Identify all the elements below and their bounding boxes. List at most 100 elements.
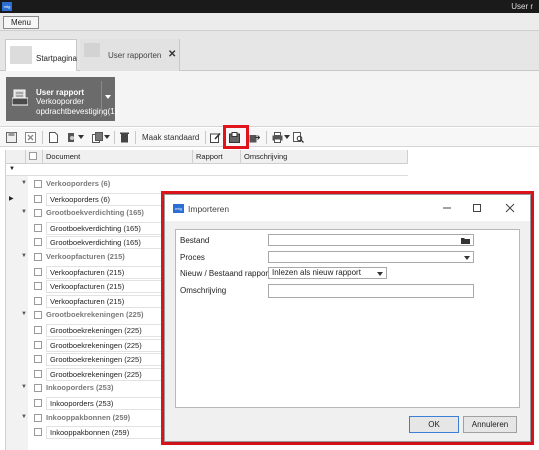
- filter-row[interactable]: ▼: [6, 164, 408, 176]
- collapse-icon[interactable]: ▼: [21, 311, 27, 317]
- maximize-icon[interactable]: [470, 201, 484, 215]
- document-cell[interactable]: Grootboekrekeningen (225): [46, 367, 170, 381]
- cancel-icon[interactable]: [25, 132, 36, 143]
- column-header-rapport[interactable]: Rapport: [193, 150, 241, 164]
- document-cell[interactable]: Verkoopfacturen (215): [46, 280, 170, 294]
- chevron-down-icon[interactable]: [464, 256, 470, 260]
- filter-icon[interactable]: ▼: [9, 166, 15, 172]
- checkbox[interactable]: [34, 194, 42, 203]
- maak-standaard-button[interactable]: Maak standaard: [142, 131, 199, 144]
- collapse-icon[interactable]: ▼: [21, 253, 27, 259]
- document-cell[interactable]: Verkoopfacturen (215): [46, 294, 170, 308]
- user-rapport-button[interactable]: User rapport Verkooporder opdrachtbevest…: [6, 77, 118, 121]
- document-cell[interactable]: Grootboekrekeningen (225): [46, 353, 170, 367]
- annuleren-button[interactable]: Annuleren: [463, 416, 517, 433]
- edit-report-icon[interactable]: [210, 132, 221, 143]
- minimize-icon[interactable]: [440, 201, 454, 215]
- close-icon[interactable]: [503, 201, 517, 215]
- user-label[interactable]: User r: [511, 2, 533, 11]
- save-icon[interactable]: [6, 132, 17, 143]
- group-row[interactable]: ▼ Verkooporders (6): [6, 177, 408, 192]
- print-preview-icon[interactable]: [293, 132, 304, 143]
- chevron-down-icon[interactable]: [377, 272, 383, 276]
- close-icon[interactable]: ✕: [168, 49, 176, 60]
- header-select-all[interactable]: [26, 150, 43, 164]
- checkbox[interactable]: [34, 253, 42, 261]
- bestand-field[interactable]: [268, 234, 474, 246]
- checkbox[interactable]: [34, 355, 42, 364]
- chevron-down-icon[interactable]: [284, 135, 290, 140]
- open-icon[interactable]: [66, 132, 77, 143]
- checkbox[interactable]: [34, 311, 42, 320]
- collapse-icon[interactable]: ▼: [21, 180, 27, 186]
- chevron-down-icon[interactable]: [104, 135, 110, 140]
- ribbon-title: User rapport: [36, 88, 85, 97]
- nieuw-bestaand-dropdown[interactable]: Inlezen als nieuw rapport: [268, 267, 387, 279]
- document-cell[interactable]: Grootboekverdichting (165): [46, 221, 170, 235]
- import-form: Bestand Proces Nieuw / Bestaand rapport …: [175, 229, 520, 408]
- menu-button[interactable]: Menu: [3, 16, 39, 29]
- document-cell[interactable]: Verkoopfacturen (215): [46, 265, 170, 279]
- dialog-title-bar: mtg Importeren: [165, 195, 530, 221]
- tab-label: User rapporten: [108, 51, 162, 60]
- checkbox[interactable]: [34, 267, 42, 276]
- export-icon[interactable]: [249, 132, 260, 143]
- collapse-icon[interactable]: ▼: [21, 384, 27, 390]
- document-cell[interactable]: Inkooppakbonnen (259): [46, 426, 170, 440]
- document-cell[interactable]: Grootboekverdichting (165): [46, 236, 170, 250]
- group-label: Verkooporders (6): [46, 179, 111, 188]
- app-logo: mtg: [2, 2, 12, 11]
- checkbox[interactable]: [34, 282, 42, 291]
- new-document-icon[interactable]: [48, 132, 59, 143]
- ribbon-subtitle: Verkooporder opdrachtbevestiging(1): [36, 97, 118, 116]
- tab-thumbnail: [84, 43, 100, 57]
- checkbox[interactable]: [34, 223, 42, 232]
- checkbox[interactable]: [34, 428, 42, 437]
- folder-icon[interactable]: [461, 237, 470, 244]
- app-window: mtg User r Menu Startpagina User rapport…: [0, 0, 539, 450]
- checkbox[interactable]: [34, 399, 42, 407]
- checkbox[interactable]: [34, 238, 42, 247]
- checkbox[interactable]: [34, 296, 42, 305]
- document-cell[interactable]: Inkooporders (253): [46, 397, 170, 410]
- delete-icon[interactable]: [119, 132, 130, 143]
- chevron-down-icon[interactable]: [105, 95, 111, 99]
- collapse-icon[interactable]: ▼: [21, 209, 27, 215]
- bestand-label: Bestand: [180, 236, 210, 245]
- proces-label: Proces: [180, 253, 205, 262]
- title-bar: mtg User r: [0, 0, 539, 13]
- document-cell[interactable]: Grootboekrekeningen (225): [46, 338, 170, 352]
- checkbox[interactable]: [34, 413, 42, 422]
- checkbox[interactable]: [34, 180, 42, 188]
- checkbox[interactable]: [34, 384, 42, 393]
- chevron-down-icon[interactable]: [78, 135, 84, 140]
- import-highlight-frame: [223, 125, 249, 149]
- tab-user-rapporten[interactable]: User rapporten ✕: [80, 39, 180, 71]
- tab-label: Startpagina: [36, 54, 77, 63]
- checkbox[interactable]: [34, 209, 42, 218]
- checkbox[interactable]: [29, 152, 37, 160]
- copy-icon[interactable]: [92, 132, 103, 143]
- import-dialog: mtg Importeren Bestand Proces Nieuw / Be…: [164, 194, 531, 442]
- checkbox[interactable]: [34, 340, 42, 349]
- current-row-icon: ▶: [9, 195, 14, 202]
- document-cell[interactable]: Grootboekrekeningen (225): [46, 324, 170, 337]
- ribbon: User rapport Verkooporder opdrachtbevest…: [0, 71, 539, 127]
- report-icon: [12, 89, 28, 106]
- divider: [114, 131, 115, 144]
- group-label: Verkoopfacturen (215): [46, 252, 125, 261]
- collapse-icon[interactable]: ▼: [21, 414, 27, 420]
- header-spacer: [6, 150, 26, 164]
- app-logo: mtg: [173, 204, 184, 213]
- ok-button[interactable]: OK: [409, 416, 459, 433]
- column-header-omschrijving[interactable]: Omschrijving: [241, 150, 408, 164]
- checkbox[interactable]: [34, 369, 42, 378]
- omschrijving-field[interactable]: [268, 284, 474, 298]
- document-cell[interactable]: Verkooporders (6): [46, 192, 170, 206]
- column-header-document[interactable]: Document: [43, 150, 193, 164]
- checkbox[interactable]: [34, 326, 42, 334]
- nieuw-bestaand-value: Inlezen als nieuw rapport: [272, 268, 361, 277]
- tab-startpagina[interactable]: Startpagina: [5, 39, 77, 71]
- proces-dropdown[interactable]: [268, 251, 474, 263]
- print-icon[interactable]: [272, 132, 283, 143]
